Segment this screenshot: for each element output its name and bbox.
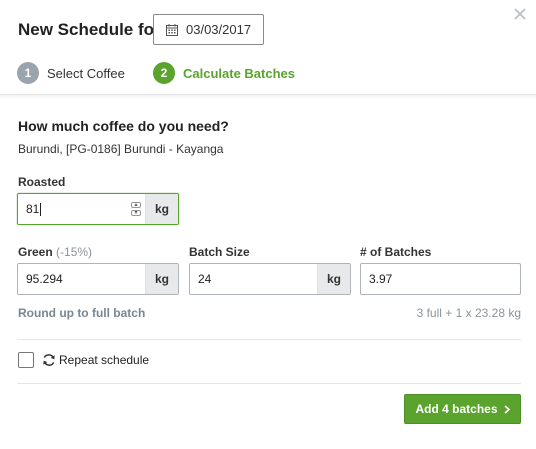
step-label: Calculate Batches [183, 65, 295, 81]
roasted-label: Roasted [18, 175, 66, 189]
round-up-link[interactable]: Round up to full batch [18, 306, 145, 320]
calendar-icon [166, 23, 178, 36]
step-number: 2 [153, 62, 175, 84]
date-value: 03/03/2017 [186, 22, 252, 37]
num-batches-label: # of Batches [360, 245, 432, 259]
divider [17, 383, 521, 384]
text-caret [40, 203, 42, 217]
num-batches-input[interactable]: 3.97 [360, 263, 521, 295]
repeat-label: Repeat schedule [59, 353, 150, 367]
batches-breakdown: 3 full + 1 x 23.28 kg [416, 306, 521, 320]
num-batches-value[interactable]: 3.97 [361, 272, 520, 286]
batch-size-input[interactable]: 24 kg [189, 263, 351, 295]
unit-addon: kg [317, 264, 350, 294]
green-value[interactable]: 95.294 [18, 272, 145, 286]
number-spinner[interactable]: ▴ ▾ [131, 202, 141, 216]
roasted-value[interactable]: 81 [26, 202, 39, 216]
roasted-input[interactable]: 81 ▴ ▾ kg [17, 193, 179, 225]
date-picker-button[interactable]: 03/03/2017 [153, 14, 264, 45]
divider [17, 339, 521, 340]
green-label: Green (-15%) [18, 245, 92, 259]
question-heading: How much coffee do you need? [18, 118, 229, 134]
add-batches-label: Add 4 batches [415, 402, 498, 416]
coffee-name: Burundi, [PG-0186] Burundi - Kayanga [18, 142, 224, 156]
spinner-down-icon[interactable]: ▾ [131, 210, 141, 216]
modal-header: New Schedule for 03/03/2017 1 Select Cof… [0, 0, 536, 95]
green-loss-note: (-15%) [56, 245, 93, 259]
step-select-coffee[interactable]: 1 Select Coffee [17, 62, 125, 84]
refresh-icon [43, 354, 55, 366]
unit-addon: kg [145, 194, 178, 224]
roasted-value-wrap[interactable]: 81 [18, 202, 131, 217]
add-batches-button[interactable]: Add 4 batches [404, 394, 521, 424]
green-label-text: Green [18, 245, 53, 259]
repeat-checkbox[interactable] [18, 352, 34, 368]
page-title: New Schedule for [18, 20, 161, 39]
spinner-up-icon[interactable]: ▴ [131, 202, 141, 208]
batch-size-value[interactable]: 24 [190, 272, 317, 286]
green-input[interactable]: 95.294 kg [17, 263, 179, 295]
close-icon[interactable] [512, 6, 528, 22]
step-label: Select Coffee [47, 65, 125, 81]
chevron-right-icon [503, 404, 510, 414]
step-calculate-batches[interactable]: 2 Calculate Batches [153, 62, 295, 84]
repeat-schedule-toggle[interactable]: Repeat schedule [18, 352, 149, 368]
batch-size-label: Batch Size [189, 245, 250, 259]
step-number: 1 [17, 62, 39, 84]
unit-addon: kg [145, 264, 178, 294]
